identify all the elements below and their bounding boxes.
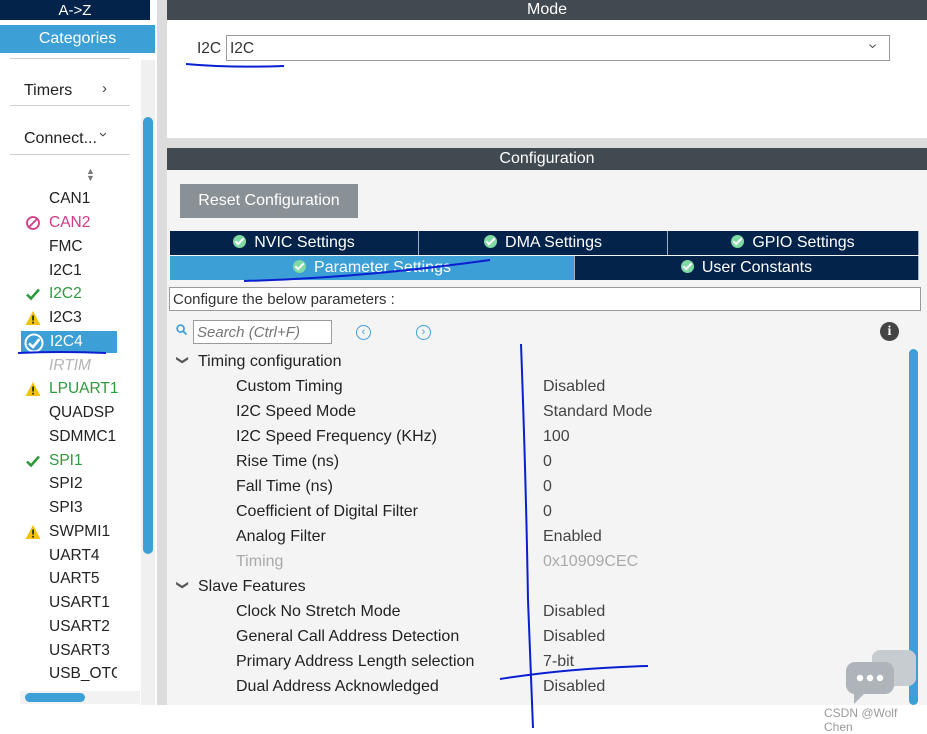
underline-mark bbox=[185, 63, 285, 68]
underline-mark bbox=[17, 351, 107, 354]
annotation-overlay bbox=[17, 63, 649, 729]
underline-mark bbox=[243, 259, 491, 282]
vertical-mark bbox=[520, 343, 534, 729]
underline-mark bbox=[499, 665, 649, 680]
